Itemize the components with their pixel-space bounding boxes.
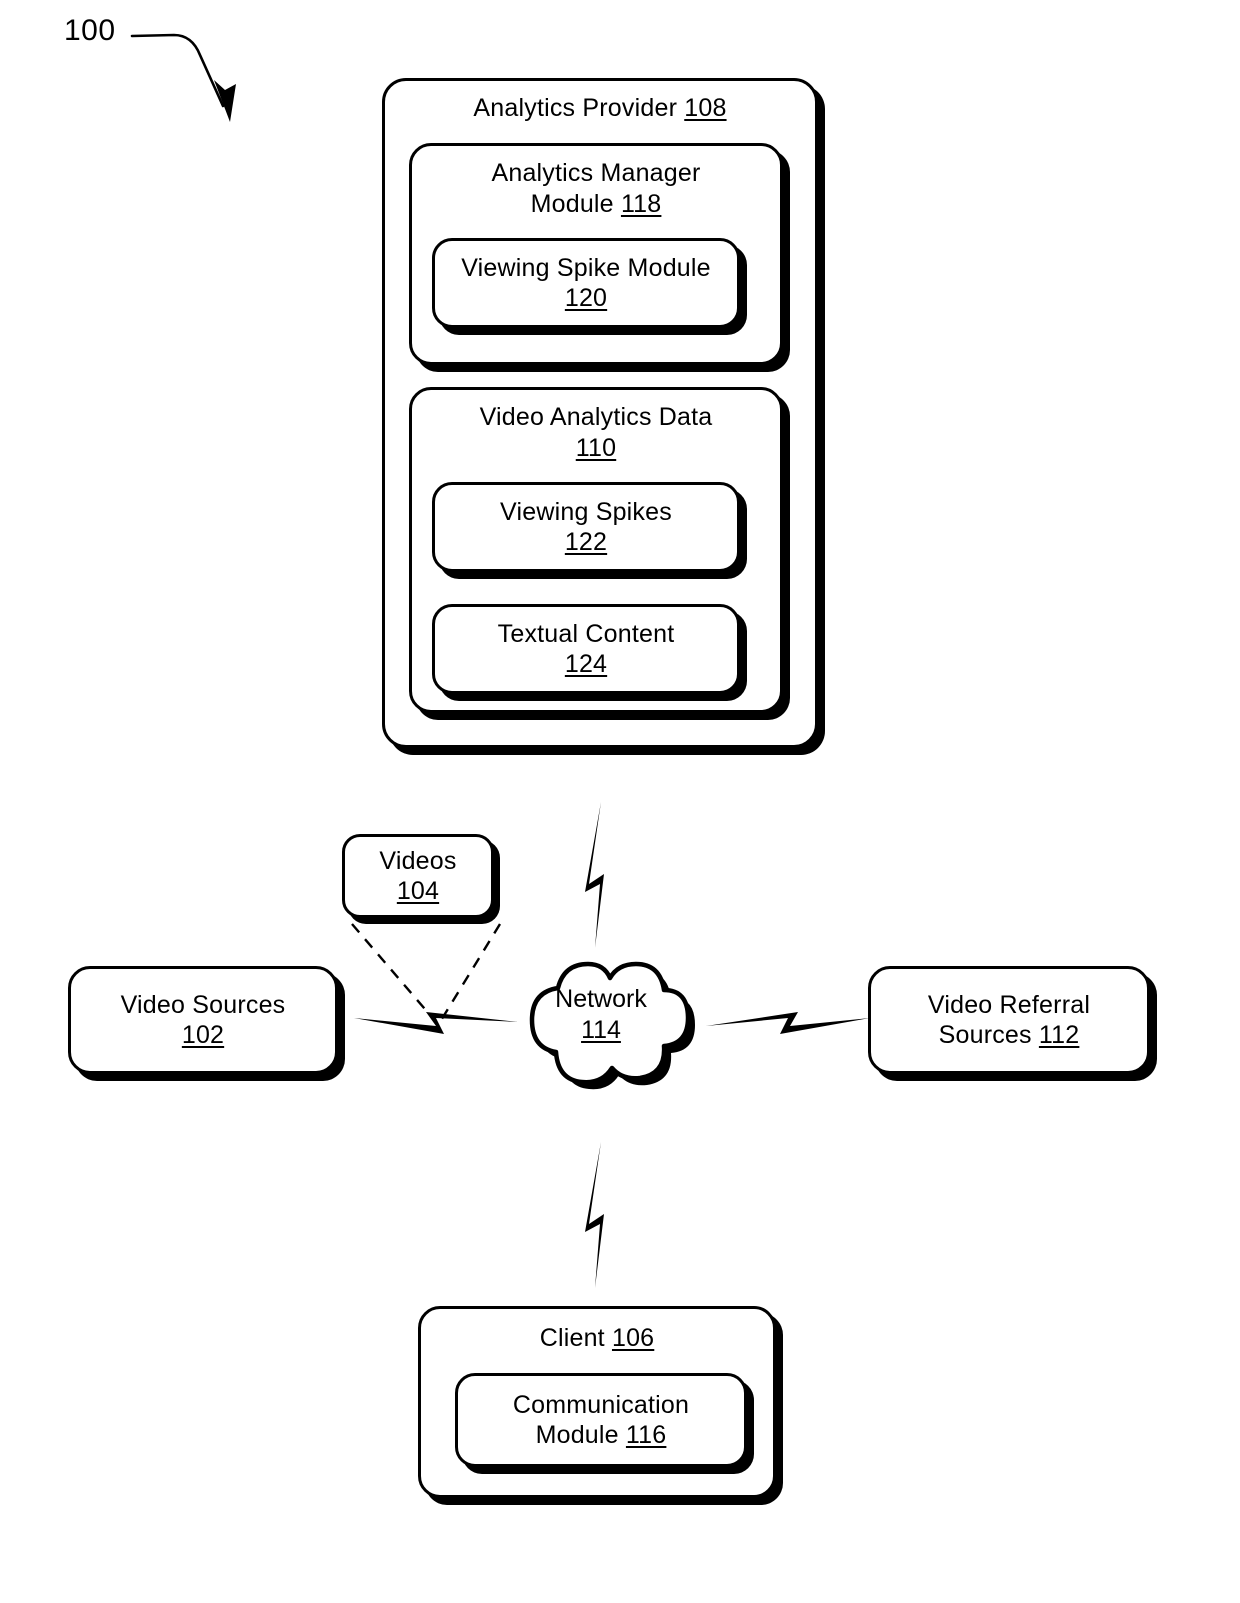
connector-provider-to-network [570,800,630,950]
analytics-provider-ref: 108 [684,94,727,122]
video-sources-box: Video Sources 102 [68,966,338,1074]
video-sources-ref: 102 [181,1021,225,1049]
client-label: Client 106 [539,1324,655,1352]
video-referral-sources-box: Video Referral Sources 112 [868,966,1150,1074]
network-ref: 114 [581,1016,621,1045]
video-referral-sources-ref: 112 [1038,1021,1080,1049]
viewing-spikes-ref: 122 [564,528,608,556]
viewing-spike-module-box: Viewing Spike Module 120 [432,238,740,328]
viewing-spike-module-ref: 120 [564,284,608,312]
videos-leader-lines [330,918,530,1028]
viewing-spike-module-label: Viewing Spike Module 120 [461,253,711,313]
video-referral-sources-label: Video Referral Sources 112 [927,990,1091,1050]
video-analytics-data-label: Video Analytics Data 110 [479,403,713,462]
client-ref: 106 [611,1324,655,1352]
communication-module-ref: 116 [625,1421,667,1449]
analytics-manager-module-label: Analytics Manager Module 118 [491,159,701,218]
figure-number: 100 [64,14,116,47]
analytics-provider-box: Analytics Provider 108 Analytics Manager… [382,78,818,748]
videos-box: Videos 104 [342,834,494,918]
connector-network-to-client [570,1140,630,1290]
curved-arrow-icon [130,14,260,124]
client-box: Client 106 Communication Module 116 [418,1306,776,1498]
video-sources-label: Video Sources 102 [120,990,286,1050]
communication-module-label: Communication Module 116 [512,1390,690,1450]
communication-module-box: Communication Module 116 [455,1373,747,1467]
viewing-spikes-label: Viewing Spikes 122 [500,497,672,557]
figure-canvas: 100 Analytics Provider 108 Analytics Man… [0,0,1240,1603]
video-analytics-data-box: Video Analytics Data 110 Viewing Spikes … [409,387,783,713]
textual-content-label: Textual Content 124 [497,619,675,679]
textual-content-box: Textual Content 124 [432,604,740,694]
analytics-manager-module-ref: 118 [620,189,662,218]
analytics-provider-label: Analytics Provider 108 [473,94,727,122]
videos-label: Videos 104 [379,846,457,906]
connector-network-to-video-referral-sources [704,1000,874,1050]
videos-ref: 104 [396,877,440,905]
analytics-manager-module-box: Analytics Manager Module 118 Viewing Spi… [409,143,783,365]
video-analytics-data-ref: 110 [575,433,617,462]
textual-content-ref: 124 [564,650,608,678]
viewing-spikes-box: Viewing Spikes 122 [432,482,740,572]
network-label: Network 114 [555,985,647,1045]
